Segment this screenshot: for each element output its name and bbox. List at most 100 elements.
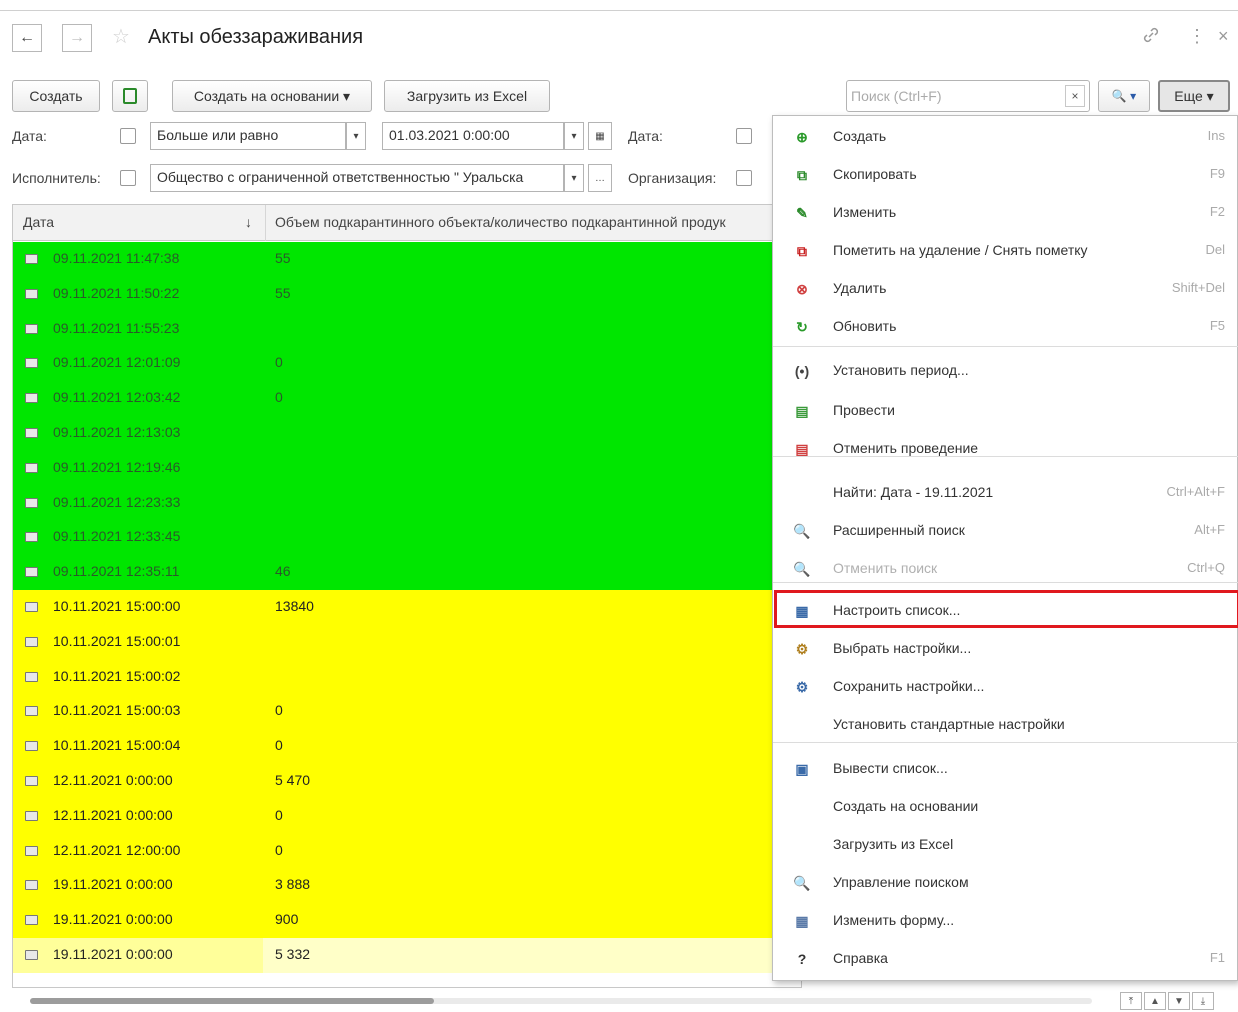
copy-icon (123, 88, 137, 104)
menu-item-8[interactable]: ▤ Провести (773, 392, 1238, 430)
table-row[interactable]: 09.11.2021 12:23:33 (13, 485, 801, 521)
scroll-down-icon[interactable]: ▼ (1168, 992, 1190, 1010)
scroll-up-icon[interactable]: ▲ (1144, 992, 1166, 1010)
cell-date: 09.11.2021 12:01:09 (53, 354, 181, 371)
menu-item-shortcut: F2 (1209, 204, 1225, 219)
documents-table[interactable]: Дата ↓ Объем подкарантинного объекта/кол… (12, 204, 802, 988)
horizontal-scrollbar[interactable] (30, 998, 1092, 1004)
load-excel-button[interactable]: Загрузить из Excel (384, 80, 550, 112)
table-row[interactable]: 19.11.2021 0:00:00 3 888 (13, 868, 801, 904)
column-divider[interactable] (265, 205, 266, 241)
menu-item-9[interactable]: ▤ Отменить проведение (773, 430, 1238, 468)
document-icon (25, 845, 38, 856)
menu-item-21[interactable]: ▦ Изменить форму... (773, 902, 1238, 940)
document-icon (25, 428, 38, 438)
menu-item-label: Установить период... (833, 362, 969, 378)
table-row[interactable]: 09.11.2021 12:35:11 46 (13, 555, 801, 591)
table-row[interactable]: 09.11.2021 11:55:23 (13, 311, 801, 347)
more-button[interactable]: Еще ▾ (1158, 80, 1230, 112)
document-icon (25, 462, 38, 473)
table-row[interactable]: 09.11.2021 11:47:38 55 (13, 242, 801, 277)
table-row[interactable]: 10.11.2021 15:00:01 (13, 624, 801, 660)
menu-separator (773, 346, 1238, 347)
menu-item-10[interactable]: Найти: Дата - 19.11.2021 Ctrl+Alt+F (773, 474, 1238, 512)
date-value-dropdown[interactable]: ▾ (564, 122, 584, 150)
table-header: Дата ↓ Объем подкарантинного объекта/кол… (13, 205, 801, 241)
search-box[interactable]: × (846, 80, 1090, 112)
table-row[interactable]: 19.11.2021 0:00:00 900 (13, 903, 801, 939)
date-condition-select[interactable]: Больше или равно (150, 122, 346, 150)
calendar-icon[interactable]: ▦ (588, 122, 612, 150)
table-row[interactable]: 09.11.2021 12:33:45 (13, 520, 801, 556)
delete-icon: ⊗ (796, 281, 808, 297)
table-row[interactable]: 12.11.2021 12:00:00 0 (13, 833, 801, 869)
menu-item-15[interactable]: ⚙ Сохранить настройки... (773, 668, 1238, 706)
date2-filter-checkbox[interactable] (736, 128, 752, 144)
menu-item-22[interactable]: ? Справка F1 (773, 940, 1238, 978)
table-row[interactable]: 12.11.2021 0:00:00 0 (13, 798, 801, 834)
executor-select-button[interactable]: … (588, 164, 612, 192)
executor-filter-checkbox[interactable] (120, 170, 136, 186)
table-row[interactable]: 09.11.2021 12:13:03 (13, 416, 801, 451)
link-icon[interactable] (1142, 26, 1160, 49)
more-options-icon[interactable]: ⋮ (1188, 26, 1206, 47)
table-row[interactable]: 09.11.2021 12:19:46 (13, 450, 801, 486)
menu-item-16[interactable]: Установить стандартные настройки (773, 706, 1238, 744)
table-row[interactable]: 10.11.2021 15:00:03 0 (13, 694, 801, 730)
create-button[interactable]: Создать (12, 80, 100, 112)
menu-item-3[interactable]: ✎ Изменить F2 (773, 194, 1238, 232)
menu-item-14[interactable]: ⚙ Выбрать настройки... (773, 630, 1238, 668)
mark-delete-icon: ⧉ (797, 243, 807, 259)
menu-item-19[interactable]: Загрузить из Excel (773, 826, 1238, 864)
cell-volume: 55 (275, 250, 291, 266)
table-row[interactable]: 09.11.2021 11:50:22 55 (13, 276, 801, 312)
cell-volume: 0 (275, 737, 283, 754)
menu-item-4[interactable]: ⧉ Пометить на удаление / Снять пометку Del (773, 232, 1238, 270)
search-input[interactable] (851, 85, 1059, 107)
cell-volume: 3 888 (275, 876, 311, 893)
table-row[interactable]: 10.11.2021 15:00:04 0 (13, 729, 801, 765)
scrollbar-thumb[interactable] (30, 998, 434, 1004)
column-header-volume[interactable]: Объем подкарантинного объекта/количество… (275, 214, 726, 230)
column-header-date[interactable]: Дата (23, 214, 54, 230)
table-row[interactable]: 10.11.2021 15:00:00 13840 (13, 590, 801, 625)
cell-date: 12.11.2021 12:00:00 (53, 841, 181, 858)
table-row[interactable]: 09.11.2021 12:03:42 0 (13, 381, 801, 417)
menu-item-12[interactable]: 🔍 Отменить поиск Ctrl+Q (773, 550, 1238, 588)
menu-item-6[interactable]: ↻ Обновить F5 (773, 308, 1238, 346)
search-button[interactable]: 🔍 ▾ (1098, 80, 1150, 112)
menu-item-11[interactable]: 🔍 Расширенный поиск Alt+F (773, 512, 1238, 550)
scroll-first-icon[interactable]: ⤒ (1120, 992, 1142, 1010)
favorite-star-icon[interactable]: ☆ (112, 24, 130, 49)
menu-item-1[interactable]: ⊕ Создать Ins (773, 118, 1238, 156)
table-row[interactable]: 09.11.2021 12:01:09 0 (13, 346, 801, 382)
menu-item-label: Вывести список... (833, 760, 948, 776)
close-icon[interactable]: × (1218, 26, 1229, 47)
executor-dropdown[interactable]: ▾ (564, 164, 584, 192)
date-value-field[interactable]: 01.03.2021 0:00:00 (382, 122, 564, 150)
period-icon: (•) (794, 363, 810, 379)
table-row[interactable]: 12.11.2021 0:00:00 5 470 (13, 764, 801, 799)
menu-item-5[interactable]: ⊗ Удалить Shift+Del (773, 270, 1238, 308)
date-condition-dropdown[interactable]: ▾ (346, 122, 366, 150)
menu-item-2[interactable]: ⧉ Скопировать F9 (773, 156, 1238, 194)
menu-item-shortcut: Del (1205, 242, 1225, 257)
cell-date: 09.11.2021 12:03:42 (53, 389, 181, 406)
executor-field[interactable]: Общество с ограниченной ответственностью… (150, 164, 564, 192)
menu-item-20[interactable]: 🔍 Управление поиском (773, 864, 1238, 902)
menu-item-18[interactable]: Создать на основании (773, 788, 1238, 826)
table-row[interactable]: 10.11.2021 15:00:02 (13, 659, 801, 695)
copy-button[interactable] (112, 80, 148, 112)
back-button[interactable]: ← (12, 24, 42, 52)
table-row[interactable]: 19.11.2021 0:00:00 5 332 (13, 938, 801, 973)
scroll-last-icon[interactable]: ⤓ (1192, 992, 1214, 1010)
create-based-on-button[interactable]: Создать на основании ▾ (172, 80, 372, 112)
menu-item-7[interactable]: (•) Установить период... (773, 352, 1238, 390)
cell-volume: 55 (275, 284, 291, 301)
help-icon: ? (797, 951, 807, 967)
menu-item-17[interactable]: ▣ Вывести список... (773, 750, 1238, 788)
search-clear-button[interactable]: × (1065, 85, 1085, 107)
forward-button[interactable]: → (62, 24, 92, 52)
organization-filter-checkbox[interactable] (736, 170, 752, 186)
date-filter-checkbox[interactable] (120, 128, 136, 144)
